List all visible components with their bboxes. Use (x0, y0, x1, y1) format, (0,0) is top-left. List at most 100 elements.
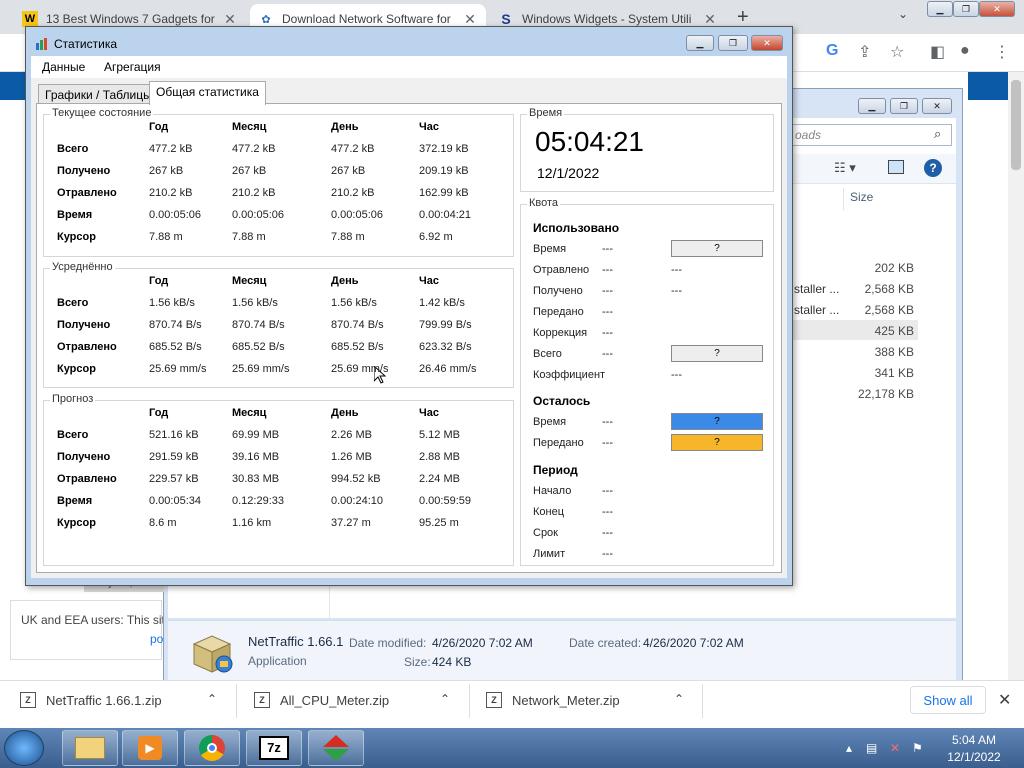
help-icon[interactable]: ? (924, 159, 942, 177)
download-item[interactable]: Z NetTraffic 1.66.1.zip (20, 692, 162, 708)
stat-value-cell: 210.2 kB (149, 187, 193, 199)
bookmark-star-icon[interactable]: ☆ (890, 42, 904, 62)
quota-dash: --- (602, 285, 613, 297)
stat-value-cell: 994.52 kB (331, 473, 381, 485)
download-options-chevron-icon[interactable]: ⌃ (207, 692, 217, 706)
file-name[interactable]: staller ... (794, 303, 839, 317)
row-label: Получено (57, 319, 111, 331)
explorer-maximize-button[interactable]: ❐ (890, 98, 918, 114)
file-size: 202 KB (874, 261, 914, 275)
stat-value-cell: 1.56 kB/s (149, 297, 195, 309)
browser-maximize-button[interactable]: ❐ (953, 1, 979, 17)
details-size-value: 424 KB (432, 655, 472, 669)
stat-value-cell: 25.69 mm/s (232, 363, 290, 375)
quota-label: Конец (533, 506, 565, 518)
download-name: All_CPU_Meter.zip (280, 692, 390, 708)
stat-value-cell: 1.56 kB/s (331, 297, 377, 309)
stat-value-cell: 162.99 kB (419, 187, 469, 199)
quota-dash: --- (602, 485, 613, 497)
quota-dash: --- (602, 437, 613, 449)
row-label: Отравлено (57, 187, 117, 199)
download-options-chevron-icon[interactable]: ⌃ (674, 692, 684, 706)
file-name[interactable]: staller ... (794, 282, 839, 296)
stat-value-cell: 26.46 mm/s (419, 363, 477, 375)
stat-value-cell: 870.74 B/s (331, 319, 384, 331)
show-all-downloads-button[interactable]: Show all (910, 686, 986, 714)
profile-avatar-icon[interactable]: ● (960, 42, 970, 60)
download-options-chevron-icon[interactable]: ⌃ (440, 692, 450, 706)
search-icon[interactable]: ⌕ (934, 126, 941, 142)
size-column-header[interactable]: Size (850, 190, 873, 204)
details-created-label: Date created: (569, 636, 642, 650)
column-header: Час (419, 407, 439, 419)
stat-value-cell: 477.2 kB (232, 143, 276, 155)
taskbar-7zip[interactable]: 7z (246, 730, 302, 766)
stat-value-cell: 372.19 kB (419, 143, 469, 155)
stat-value-cell: 0.00:05:34 (149, 495, 201, 507)
tab-close-icon[interactable]: ✕ (462, 11, 478, 28)
start-button[interactable] (4, 730, 44, 766)
tab-favicon: ✿ (261, 13, 271, 26)
window-title: Статистика (54, 37, 118, 51)
quota-value: --- (671, 369, 682, 381)
quota-dash: --- (602, 416, 613, 428)
preview-pane-icon[interactable] (888, 160, 904, 174)
download-item[interactable]: Z All_CPU_Meter.zip (254, 692, 389, 708)
tab-search-chevron-icon[interactable]: ⌄ (898, 7, 908, 21)
stat-value-cell: 37.27 m (331, 517, 371, 529)
stat-value-cell: 0.00:59:59 (419, 495, 471, 507)
explorer-minimize-button[interactable]: ▁ (858, 98, 886, 114)
menu-data[interactable]: Данные (42, 60, 85, 74)
quota-label: Коэффициент (533, 369, 606, 381)
details-size-label: Size: (404, 655, 431, 669)
zip-file-icon: Z (254, 692, 270, 708)
stat-value-cell: 477.2 kB (331, 143, 375, 155)
row-label: Время (57, 495, 93, 507)
show-hidden-icons-icon[interactable]: ▴ (846, 741, 852, 755)
row-label: Курсор (57, 517, 96, 529)
menu-aggregation[interactable]: Агрегация (104, 60, 161, 74)
clock-date[interactable]: 12/1/2022 (944, 750, 1004, 764)
quota-time-left-bar: ? (671, 413, 763, 430)
stat-value-cell: 7.88 m (232, 231, 266, 243)
view-options-icon[interactable]: ☷ ▾ (834, 160, 856, 176)
share-icon[interactable]: ⇪ (858, 42, 871, 62)
taskbar-chrome[interactable] (184, 730, 240, 766)
browser-close-button[interactable]: ✕ (979, 1, 1015, 17)
details-modified-value: 4/26/2020 7:02 AM (432, 636, 533, 650)
clock-time[interactable]: 5:04 AM (944, 733, 1004, 747)
explorer-close-button[interactable]: ✕ (922, 98, 952, 114)
download-item[interactable]: Z Network_Meter.zip (486, 692, 620, 708)
taskbar-nettraffic[interactable] (308, 730, 364, 766)
explorer-search-input[interactable]: oads (788, 124, 952, 146)
folder-icon (75, 737, 105, 759)
chrome-menu-icon[interactable]: ⋮ (994, 42, 1010, 62)
taskbar-explorer[interactable] (62, 730, 118, 766)
tab-close-icon[interactable]: ✕ (702, 11, 718, 28)
tab-close-icon[interactable]: ✕ (222, 11, 238, 28)
audio-muted-icon[interactable]: ✕ (890, 741, 900, 755)
tab-general-stats[interactable]: Общая статистика (149, 81, 266, 105)
taskbar-media-player[interactable]: ▶ (122, 730, 178, 766)
google-icon[interactable]: G (826, 42, 838, 60)
file-size: 2,568 KB (864, 303, 914, 317)
stat-value-cell: 6.92 m (419, 231, 453, 243)
browser-minimize-button[interactable]: ▁ (927, 1, 953, 17)
column-header: Час (419, 121, 439, 133)
stat-value-cell: 7.88 m (331, 231, 365, 243)
stat-close-button[interactable]: ✕ (751, 35, 783, 51)
stat-maximize-button[interactable]: ❐ (718, 35, 748, 51)
stat-minimize-button[interactable]: ▁ (686, 35, 714, 51)
stat-value-cell: 685.52 B/s (149, 341, 202, 353)
column-header: Год (149, 407, 169, 419)
network-icon[interactable]: ▤ (866, 741, 877, 755)
close-downloads-bar-icon[interactable]: ✕ (998, 690, 1011, 710)
page-scrollbar-thumb[interactable] (1011, 80, 1021, 170)
row-label: Всего (57, 143, 89, 155)
page-link-fragment[interactable]: po (150, 632, 163, 646)
tab-charts-tables[interactable]: Графики / Таблицы (38, 84, 159, 104)
column-header: Месяц (232, 275, 267, 287)
action-center-icon[interactable]: ⚑ (912, 741, 923, 755)
stat-value-cell: 0.00:05:06 (232, 209, 284, 221)
side-panel-icon[interactable]: ◧ (930, 42, 945, 62)
